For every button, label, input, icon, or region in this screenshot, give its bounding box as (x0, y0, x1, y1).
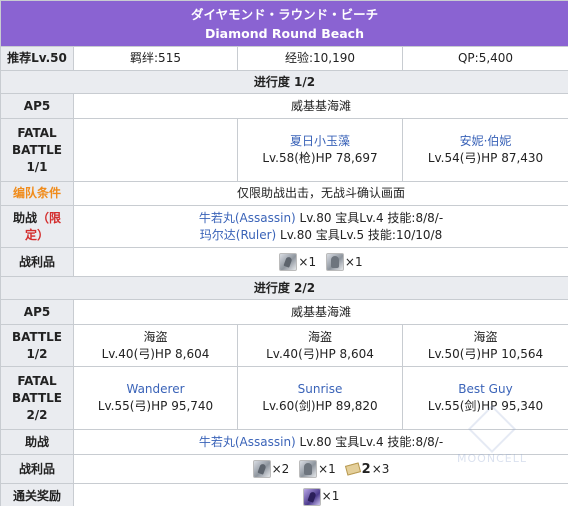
enemy-link-sunrise[interactable]: Sunrise (238, 381, 402, 398)
enemy-name: 海盗 (307, 329, 332, 344)
loot-item[interactable]: ×2 (252, 460, 289, 478)
enemy-stats: Lv.60(剑)HP 89,820 (262, 399, 378, 413)
quest-title-en: Diamond Round Beach (205, 25, 364, 41)
ap-label-1: AP5 (0, 93, 74, 119)
enemy-link-best-guy[interactable]: Best Guy (403, 381, 568, 398)
support-limited-label: 助战（限 定） (0, 205, 74, 248)
enemy-cell: 夏日小玉藻 Lv.58(枪)HP 78,697 (237, 118, 403, 182)
location-2: 威基基海滩 (72, 299, 568, 325)
item-badge: 2 (361, 461, 371, 477)
enemy-name: 海盗 (143, 329, 168, 344)
loot-item[interactable]: 2×3 (344, 461, 389, 477)
silver-gear-icon[interactable] (279, 253, 298, 271)
support-line: 牛若丸(Assassin) Lv.80 宝具Lv.4 技能:8/8/- (72, 429, 568, 455)
silver-statue-icon[interactable] (299, 460, 318, 478)
support-line: 牛若丸(Assassin) Lv.80 宝具Lv.4 技能:8/8/- (198, 210, 444, 225)
loot-label-1: 战利品 (0, 247, 74, 277)
loot-label-2: 战利品 (0, 454, 74, 484)
enemy-stats: Lv.40(弓)HP 8,604 (101, 346, 210, 361)
battle-1-2-label: BATTLE 1/2 (0, 324, 74, 367)
loot-list-1: ×1 ×1 (72, 247, 568, 277)
quest-title-jp: ダイヤモンド・ラウンド・ビーチ (190, 6, 379, 22)
support-servant-link[interactable]: 牛若丸(Assassin) (199, 211, 296, 225)
exp-value: 经验:10,190 (237, 46, 403, 71)
purple-crystal-icon[interactable] (302, 487, 321, 506)
enemy-slot-empty (73, 118, 238, 182)
loot-item[interactable]: ×1 (299, 460, 336, 478)
enemy-link-wanderer[interactable]: Wanderer (74, 381, 237, 398)
enemy-cell: 安妮·伯妮 Lv.54(弓)HP 87,430 (401, 118, 568, 182)
fatal-battle-2-label: FATAL BATTLE 2/2 (0, 366, 74, 430)
enemy-stats: Lv.55(弓)HP 95,740 (97, 399, 214, 413)
enemy-cell: 海盗 Lv.40(弓)HP 8,604 (237, 324, 403, 367)
enemy-stats: Lv.54(弓)HP 87,430 (427, 151, 544, 165)
silver-statue-icon[interactable] (325, 253, 344, 271)
silver-gear-icon[interactable] (252, 460, 271, 478)
enemy-stats: Lv.50(弓)HP 10,564 (427, 346, 544, 361)
enemy-cell: 海盗 Lv.50(弓)HP 10,564 (401, 324, 568, 367)
enemy-name: 海盗 (473, 329, 498, 344)
qp-value: QP:5,400 (401, 46, 568, 71)
clear-reward-label: 通关奖励 (0, 483, 74, 506)
enemy-stats: Lv.58(枪)HP 78,697 (262, 151, 378, 165)
enemy-cell: Best Guy Lv.55(剑)HP 95,340 (401, 366, 568, 430)
loot-item[interactable]: ×1 (325, 253, 363, 271)
support-label-2: 助战 (0, 429, 74, 455)
quest-table: ダイヤモンド・ラウンド・ビーチ Diamond Round Beach 推荐Lv… (0, 0, 568, 506)
support-servant-link[interactable]: 玛尔达(Ruler) (200, 228, 276, 242)
ap-label-2: AP5 (0, 299, 74, 325)
bond-value: 羁绊:515 (73, 46, 238, 71)
progress-1-title: 进行度 1/2 (0, 70, 568, 94)
progress-2-title: 进行度 2/2 (0, 276, 568, 300)
craft-card-icon[interactable] (344, 462, 361, 476)
enemy-cell: 海盗 Lv.40(弓)HP 8,604 (73, 324, 238, 367)
enemy-cell: Sunrise Lv.60(剑)HP 89,820 (237, 366, 403, 430)
formation-condition-value: 仅限助战出击，无战斗确认画面 (72, 181, 568, 206)
formation-condition-label: 编队条件 (0, 181, 74, 206)
support-list: 牛若丸(Assassin) Lv.80 宝具Lv.4 技能:8/8/- 玛尔达(… (72, 205, 568, 248)
loot-list-2: ×2 ×1 2×3 (72, 454, 568, 484)
enemy-cell: Wanderer Lv.55(弓)HP 95,740 (73, 366, 238, 430)
enemy-link-anne-bonny[interactable]: 安妮·伯妮 (403, 133, 568, 150)
enemy-link-tamamo[interactable]: 夏日小玉藻 (238, 133, 402, 150)
loot-item[interactable]: ×1 (279, 253, 316, 271)
enemy-stats: Lv.40(弓)HP 8,604 (266, 346, 374, 361)
fatal-battle-1-label: FATAL BATTLE 1/1 (0, 118, 74, 182)
recommended-level: 推荐Lv.50 (0, 46, 74, 71)
clear-reward: ×1 (72, 483, 568, 506)
quest-header: ダイヤモンド・ラウンド・ビーチ Diamond Round Beach (0, 0, 568, 47)
enemy-stats: Lv.55(剑)HP 95,340 (427, 399, 544, 413)
support-line: 玛尔达(Ruler) Lv.80 宝具Lv.5 技能:10/10/8 (199, 227, 443, 242)
reward-item[interactable]: ×1 (302, 487, 339, 506)
location-1: 威基基海滩 (72, 93, 568, 119)
support-servant-link[interactable]: 牛若丸(Assassin) (199, 435, 296, 449)
